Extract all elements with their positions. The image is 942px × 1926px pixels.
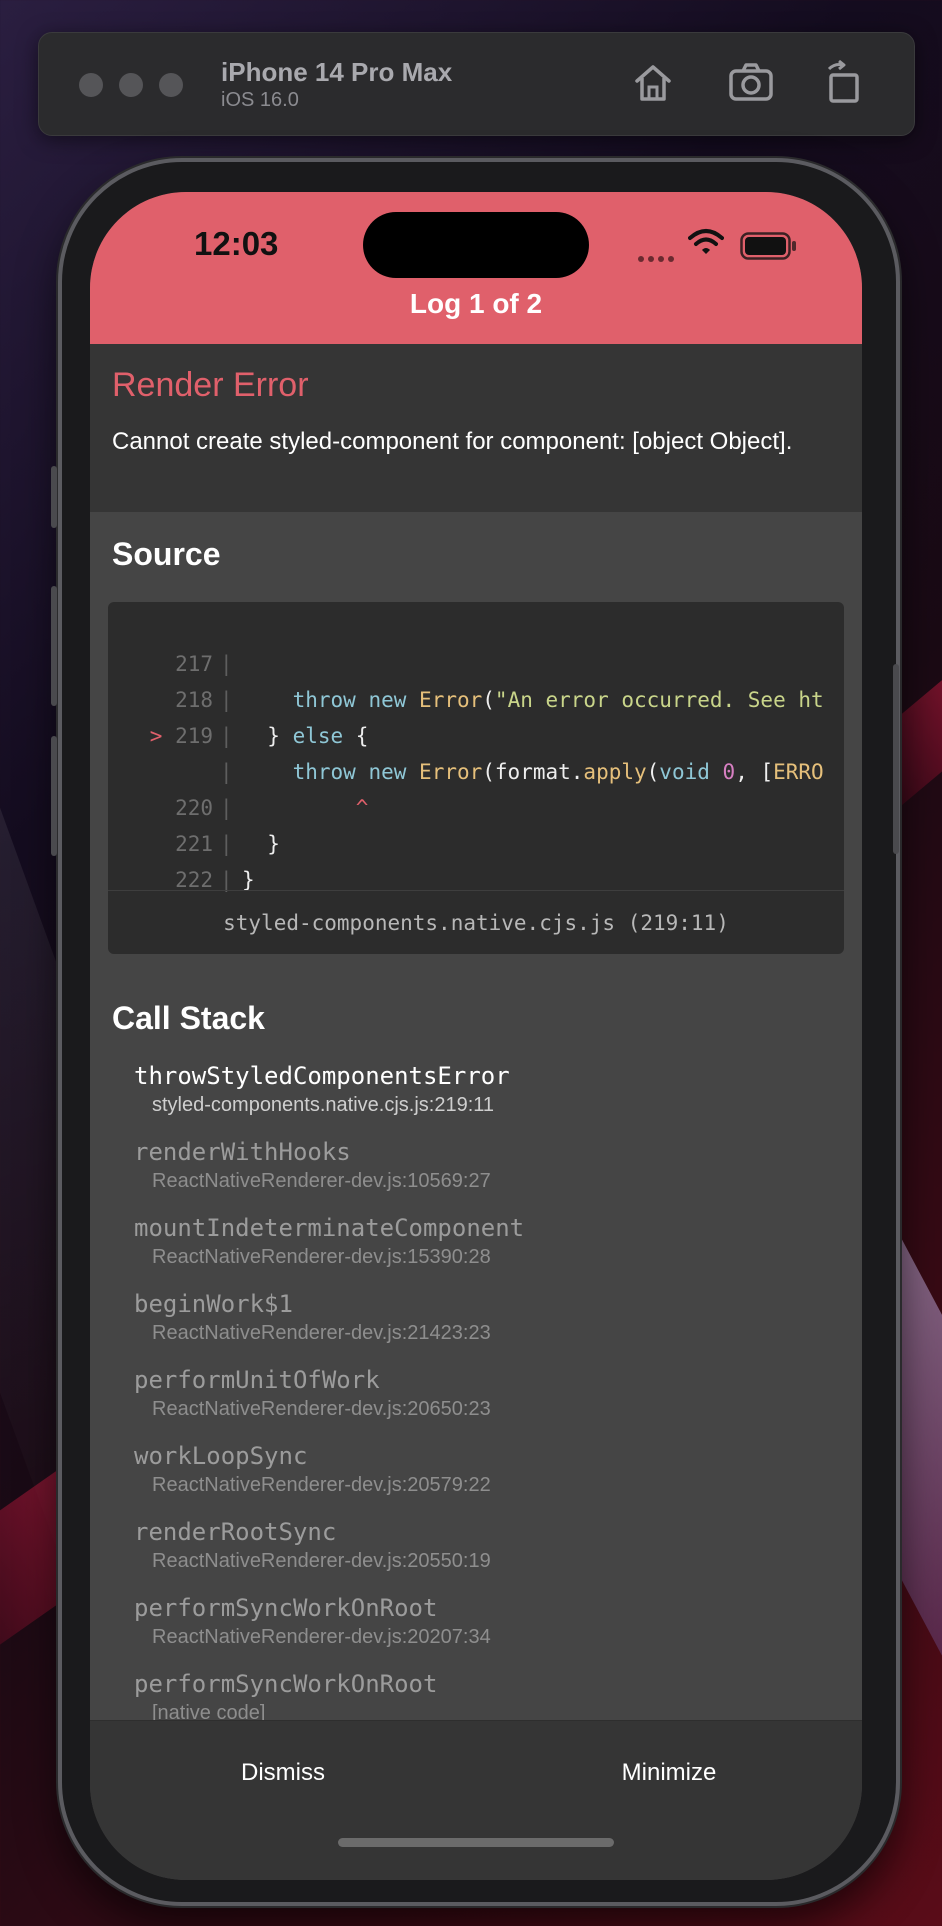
code-line: 218 | } else { <box>175 688 369 748</box>
log-counter: Log 1 of 2 <box>409 288 543 319</box>
mute-switch <box>51 466 57 528</box>
window-close-button[interactable] <box>79 73 103 97</box>
call-stack-heading: Call Stack <box>112 1000 265 1036</box>
code-line: 220 | } <box>175 796 280 856</box>
error-summary: Render Error Cannot create styled-compon… <box>90 344 862 512</box>
source-file-location[interactable]: styled-components.native.cjs.js (219:11) <box>108 890 844 954</box>
simulator-toolbar: iPhone 14 Pro Max iOS 16.0 <box>38 32 915 136</box>
rotate-icon[interactable] <box>821 59 869 107</box>
dynamic-island <box>363 212 589 278</box>
window-zoom-button[interactable] <box>159 73 183 97</box>
log-actions-bar: Dismiss Minimize <box>90 1720 862 1880</box>
home-indicator[interactable] <box>338 1838 614 1847</box>
stack-frame[interactable]: workLoopSync ReactNativeRenderer-dev.js:… <box>134 1442 834 1518</box>
window-minimize-button[interactable] <box>119 73 143 97</box>
volume-up-button <box>51 586 57 706</box>
stack-frame[interactable]: performSyncWorkOnRoot ReactNativeRendere… <box>134 1594 834 1670</box>
dismiss-button[interactable]: Dismiss <box>90 1759 476 1787</box>
call-stack-list: throwStyledComponentsError styled-compon… <box>134 1062 834 1746</box>
screenshot-icon[interactable] <box>727 59 775 107</box>
minimize-button[interactable]: Minimize <box>476 1759 862 1787</box>
stack-frame[interactable]: renderRootSync ReactNativeRenderer-dev.j… <box>134 1518 834 1594</box>
error-message: Cannot create styled-component for compo… <box>112 428 793 455</box>
code-line-highlighted: > 219 | throw new Error(format.apply(void… <box>149 724 824 784</box>
os-version: iOS 16.0 <box>221 89 299 111</box>
source-heading: Source <box>112 536 221 572</box>
status-time: 12:03 <box>194 225 279 262</box>
error-title: Render Error <box>112 366 309 404</box>
home-icon[interactable] <box>629 59 677 107</box>
code-line: 221 | } <box>175 832 255 892</box>
phone-screen: 12:03 Log 1 of 2 Render Error Cannot cre… <box>90 192 862 1880</box>
volume-down-button <box>51 736 57 856</box>
stack-frame[interactable]: renderWithHooks ReactNativeRenderer-dev.… <box>134 1138 834 1214</box>
stack-frame[interactable]: mountIndeterminateComponent ReactNativeR… <box>134 1214 834 1290</box>
cellular-signal-icon <box>638 249 678 267</box>
stack-frame[interactable]: beginWork$1 ReactNativeRenderer-dev.js:2… <box>134 1290 834 1366</box>
stack-frame[interactable]: performUnitOfWork ReactNativeRenderer-de… <box>134 1366 834 1442</box>
error-header: 12:03 Log 1 of 2 <box>90 192 862 344</box>
power-button <box>893 664 899 854</box>
device-name: iPhone 14 Pro Max <box>221 57 453 87</box>
source-code-frame[interactable]: 217 | throw new Error("An error occurred.… <box>108 602 844 954</box>
wifi-icon <box>688 229 724 254</box>
code-line: 217 | throw new Error("An error occurred.… <box>175 652 824 712</box>
battery-icon <box>740 232 796 260</box>
code-caret-line: | ^ <box>220 760 369 820</box>
stack-frame[interactable]: throwStyledComponentsError styled-compon… <box>134 1062 834 1138</box>
code-line: 222 | <box>175 868 233 892</box>
